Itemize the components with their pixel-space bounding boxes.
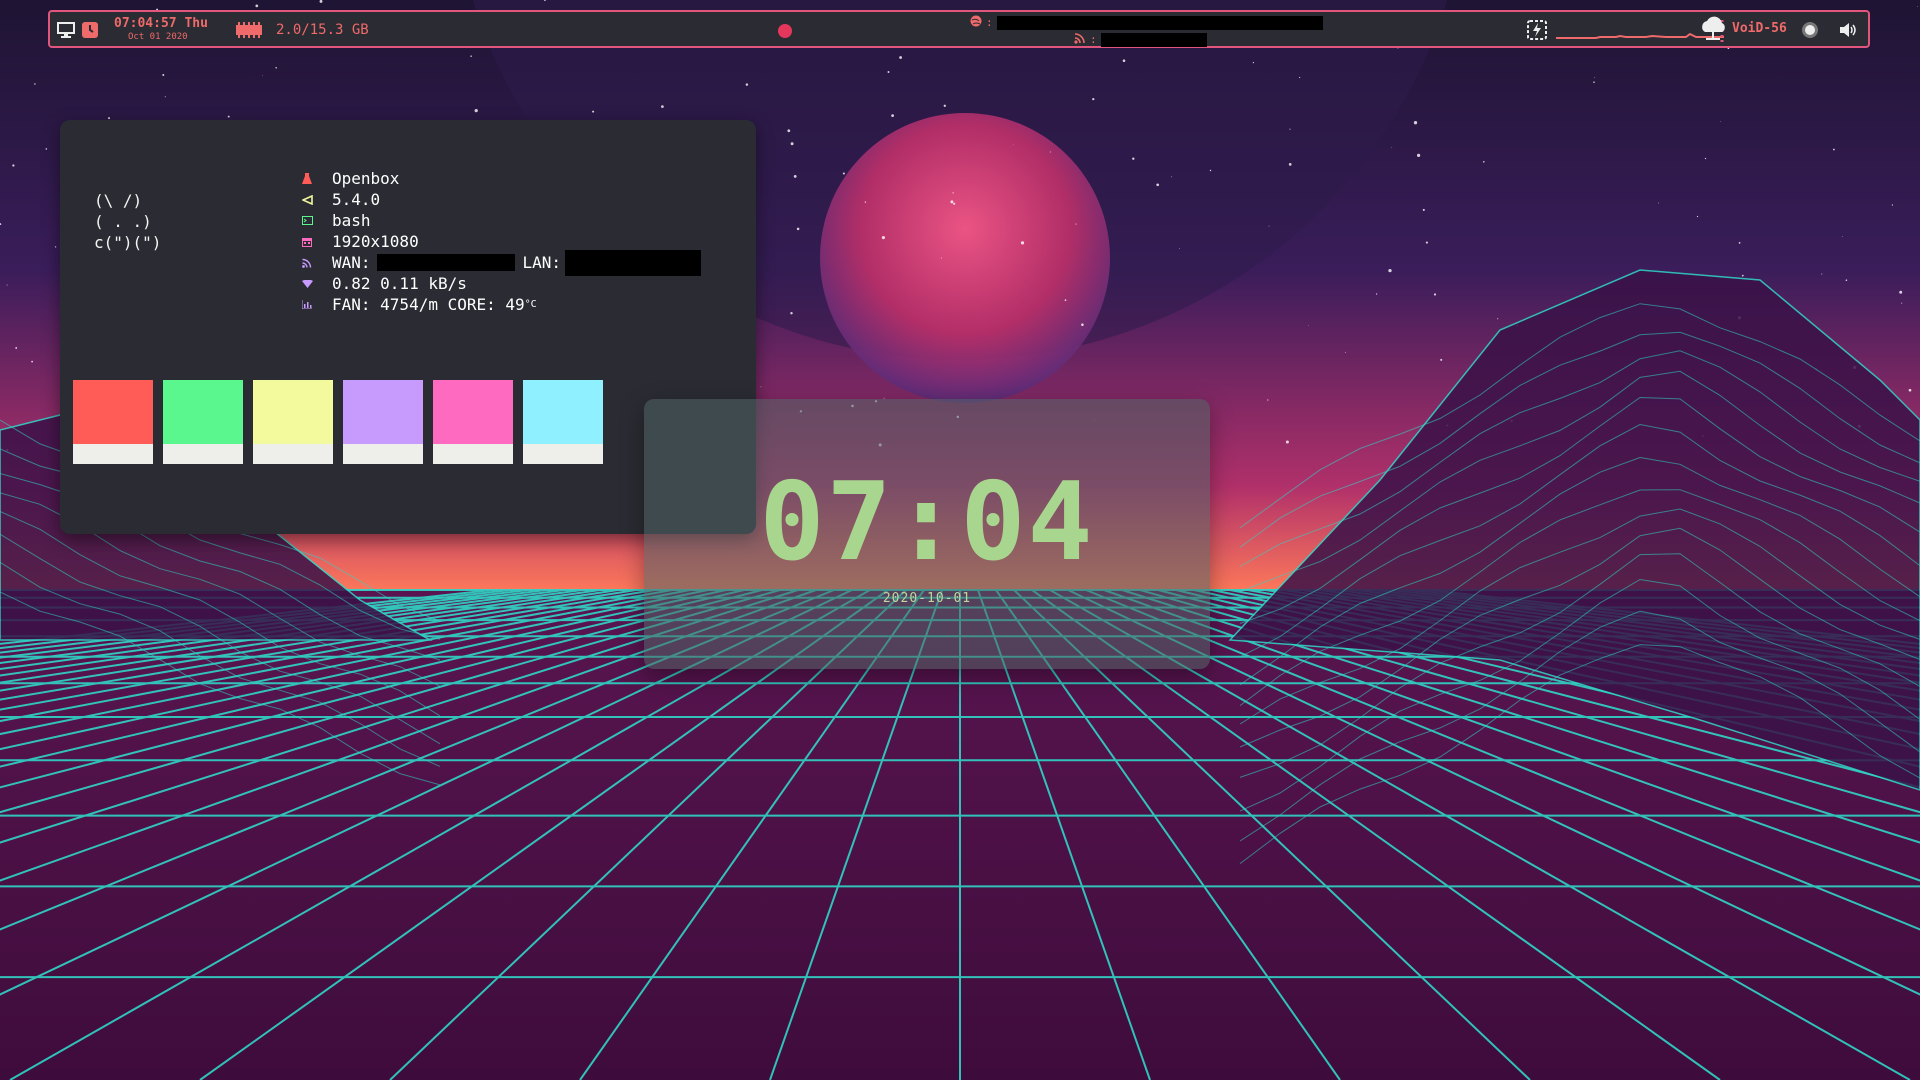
system-info: Openbox 5.4.0 bash 1920x1080 WAN: LAN: 0…: [300, 168, 702, 315]
clock-widget-time: 07:04: [759, 460, 1095, 585]
terminal-icon: [300, 214, 314, 228]
lan-label: LAN:: [522, 253, 562, 272]
info-row-shell: bash: [300, 210, 701, 231]
color-swatch: [163, 380, 243, 464]
wan-label: WAN:: [332, 253, 371, 272]
redacted-block: [996, 15, 1323, 30]
info-row-kernel: 5.4.0: [300, 189, 701, 210]
chart-icon: [300, 298, 314, 312]
net-row2-label: :: [1090, 33, 1097, 46]
clock-icon[interactable]: [80, 20, 100, 40]
wifi-icon: [300, 277, 314, 291]
clock-widget: 07:04 2020-10-01: [644, 399, 1210, 669]
kernel-icon: [300, 193, 314, 207]
wm-value: Openbox: [332, 169, 400, 188]
resolution-value: 1920x1080: [332, 232, 419, 251]
ascii-bunny: (\ /) ( . .) c(")("): [94, 191, 162, 252]
memory-usage: 2.0/15.3 GB: [276, 22, 369, 38]
net-status-row: :: [970, 15, 1323, 30]
cloud-icon[interactable]: [1698, 14, 1728, 44]
info-row-wm: Openbox: [300, 168, 701, 189]
info-row-speed: 0.82 0.11 kB/s: [300, 273, 701, 294]
temp-unit: °C: [524, 299, 537, 310]
info-row-sensors: FAN: 4754/m CORE: 49 °C: [300, 294, 701, 315]
rss-feed-icon: [300, 256, 314, 270]
memory-chip-icon: [234, 20, 264, 40]
calendar-icon: [300, 235, 314, 249]
lan-redacted: [565, 249, 702, 276]
color-swatch: [343, 380, 423, 464]
color-swatch: [433, 380, 513, 464]
wm-icon: [300, 172, 314, 186]
wan-redacted: [376, 254, 515, 271]
battery-bolt-icon[interactable]: [1524, 17, 1550, 43]
rss-status-row: :: [1074, 32, 1207, 47]
rss-icon: [1074, 32, 1086, 47]
kernel-value: 5.4.0: [332, 190, 381, 209]
desktop-icon[interactable]: [56, 20, 76, 40]
clock-widget-date: 2020-10-01: [882, 591, 972, 606]
bar-clock-date: Oct 01 2020: [128, 32, 188, 42]
brightness-icon[interactable]: [1800, 20, 1820, 40]
redacted-block: [1100, 32, 1207, 47]
top-panel: 07:04:57 Thu Oct 01 2020 2.0/15.3 GB : :…: [48, 10, 1870, 48]
shell-value: bash: [332, 211, 371, 230]
record-dot-icon[interactable]: [778, 24, 792, 38]
color-swatch: [253, 380, 333, 464]
hostname-label: VoiD-56: [1732, 21, 1787, 36]
color-swatch: [73, 380, 153, 464]
volume-icon[interactable]: [1838, 20, 1858, 40]
net-row1-label: :: [986, 16, 993, 29]
color-swatch: [523, 380, 603, 464]
color-palette: [73, 380, 603, 464]
bar-clock-time: 07:04:57 Thu: [114, 16, 208, 31]
net-speed-value: 0.82 0.11 kB/s: [332, 274, 467, 293]
globe-icon: [970, 15, 982, 30]
fan-core-value: FAN: 4754/m CORE: 49: [332, 295, 525, 314]
info-row-network: WAN: LAN:: [300, 249, 702, 276]
